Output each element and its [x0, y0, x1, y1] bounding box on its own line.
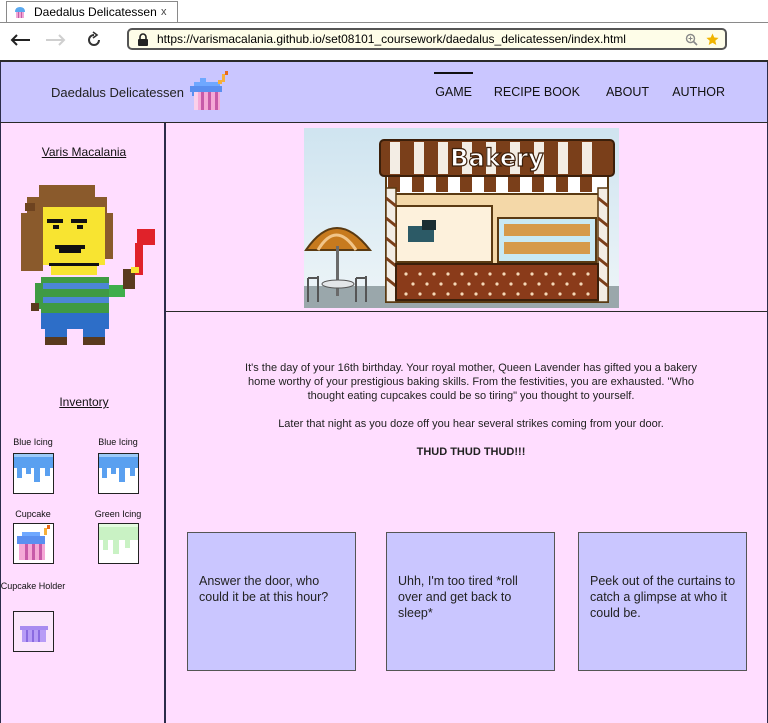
nav-about[interactable]: ABOUT [606, 62, 649, 122]
cupcake-icon [16, 525, 50, 560]
inventory-item-label: Blue Icing [98, 437, 138, 447]
arrow-left-icon [10, 34, 30, 46]
main-content: Bakery It's the day of your 16th birthda… [166, 123, 768, 723]
back-button[interactable] [8, 29, 32, 51]
lock-icon [138, 32, 148, 46]
inventory-item-label: Green Icing [94, 509, 142, 519]
sidebar: Varis Macalania Inventory Blue Icing Blu… [0, 123, 166, 723]
inventory-item-blue-icing[interactable]: Blue Icing [83, 435, 153, 494]
story-paragraph: It's the day of your 16th birthday. Your… [245, 362, 697, 402]
bakery-scene-image: Bakery [304, 128, 619, 308]
cupcake-holder-icon [13, 612, 53, 651]
nav-game[interactable]: GAME [434, 62, 473, 122]
nav-recipe-book[interactable]: RECIPE BOOK [494, 62, 580, 122]
browser-tab[interactable]: Daedalus Delicatessen x [6, 1, 178, 22]
cupcake-favicon-icon [13, 5, 27, 19]
cupcake-logo-icon [189, 71, 228, 110]
inventory-item-label: Blue Icing [13, 437, 53, 447]
choice-go-back-to-sleep[interactable]: Uhh, I'm too tired *roll over and get ba… [386, 532, 555, 671]
inventory-item-label: Cupcake Holder [0, 581, 66, 591]
scene-divider [166, 311, 767, 312]
page: Daedalus Delicatessen GAME RECIPE BOOK A… [0, 62, 768, 723]
scene-panel: Bakery [166, 123, 767, 311]
inventory-title: Inventory [59, 395, 109, 409]
url-text[interactable]: https://varismacalania.github.io/set0810… [157, 32, 685, 46]
inventory-item-green-icing[interactable]: Green Icing [83, 507, 153, 564]
green-icing-icon [98, 524, 138, 554]
choice-peek-curtains[interactable]: Peek out of the curtains to catch a glim… [578, 532, 747, 671]
brand[interactable]: Daedalus Delicatessen [51, 62, 234, 122]
inventory-slot[interactable] [12, 611, 54, 652]
inventory-slot[interactable] [97, 453, 139, 494]
forward-button[interactable] [44, 29, 68, 51]
bookmark-star-icon[interactable] [706, 33, 719, 46]
inventory-item-label: Cupcake [15, 509, 51, 519]
zoom-icon[interactable] [685, 33, 698, 46]
browser-tab-bar: Daedalus Delicatessen x [0, 0, 768, 22]
nav-author[interactable]: AUTHOR [672, 62, 725, 122]
inventory-slot[interactable] [12, 453, 54, 494]
story-shout: THUD THUD THUD!!! [416, 446, 526, 458]
inventory-item-cupcake-holder[interactable]: Cupcake Holder [0, 579, 68, 652]
choice-answer-door[interactable]: Answer the door, who could it be at this… [187, 532, 356, 671]
story-text: It's the day of your 16th birthday. Your… [236, 361, 706, 473]
blue-icing-icon [98, 454, 138, 482]
blue-icing-icon [13, 454, 53, 482]
inventory-slot[interactable] [12, 523, 54, 564]
reload-icon [88, 31, 100, 46]
site-header: Daedalus Delicatessen GAME RECIPE BOOK A… [0, 62, 768, 122]
inventory-item-cupcake[interactable]: Cupcake [0, 507, 68, 564]
bakery-sign-text: Bakery [450, 144, 544, 172]
tab-close-icon[interactable]: x [161, 6, 173, 18]
player-avatar [21, 185, 155, 345]
browser-toolbar: https://varismacalania.github.io/set0810… [0, 22, 768, 58]
tab-title: Daedalus Delicatessen [34, 5, 157, 19]
inventory-item-blue-icing[interactable]: Blue Icing [0, 435, 68, 494]
address-bar[interactable]: https://varismacalania.github.io/set0810… [127, 28, 727, 50]
arrow-right-icon [46, 34, 66, 46]
story-paragraph: Later that night as you doze off you hea… [278, 418, 664, 430]
inventory-slot[interactable] [97, 523, 139, 564]
username-link[interactable]: Varis Macalania [1, 145, 167, 159]
brand-title: Daedalus Delicatessen [51, 84, 184, 100]
reload-button[interactable] [82, 29, 106, 51]
